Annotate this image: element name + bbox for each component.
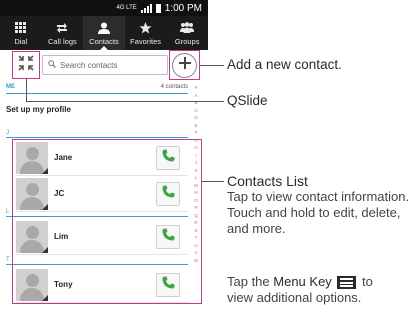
tab-label: Call logs	[48, 36, 77, 46]
network-indicator: 4G LTE	[116, 5, 137, 11]
contacts-list-annotation: Contacts List Tap to view contact inform…	[227, 173, 411, 237]
section-header-j: J	[6, 130, 188, 138]
contacts-list-highlight	[12, 139, 202, 304]
menu-key-icon	[337, 276, 357, 290]
tab-label: Favorites	[130, 36, 161, 46]
tab-label: Dial	[14, 36, 28, 46]
contacts-list-annotation-body: Tap to view contact information. Touch a…	[227, 189, 410, 236]
battery-icon	[155, 3, 161, 13]
qslide-callout-line-vertical	[26, 79, 27, 102]
search-icon	[48, 60, 56, 70]
status-bar: 4G LTE 1:00 PM	[0, 0, 208, 16]
status-time: 1:00 PM	[164, 2, 202, 14]
star-icon	[139, 21, 152, 35]
tab-bar: Dial Call logs Contacts Favorites Groups	[0, 16, 208, 50]
signal-icon	[140, 3, 152, 13]
me-section-header: ME 4 contacts	[6, 84, 188, 94]
add-contact-highlight	[169, 50, 200, 80]
alphabet-index-letter[interactable]: F	[191, 129, 201, 137]
menu-annotation-prefix: Tap the	[227, 274, 274, 289]
contacts-list-annotation-title: Contacts List	[227, 173, 308, 189]
menu-key-annotation: Tap the Menu Key to view additional opti…	[227, 274, 413, 306]
add-contact-annotation: Add a new contact.	[227, 57, 342, 72]
tab-label: Contacts	[89, 36, 119, 46]
tab-contacts[interactable]: Contacts	[83, 16, 125, 50]
setup-profile-item[interactable]: Set up my profile	[6, 105, 71, 114]
tab-label: Groups	[174, 36, 200, 46]
qslide-highlight	[12, 51, 40, 79]
menu-annotation-mid: to	[358, 274, 373, 289]
alphabet-index-letter[interactable]: C	[191, 107, 201, 115]
tab-dial[interactable]: Dial	[0, 16, 42, 50]
tab-favorites[interactable]: Favorites	[125, 16, 167, 50]
call-logs-icon	[56, 21, 68, 35]
me-section-letter: ME	[6, 84, 15, 90]
dialpad-icon	[15, 21, 27, 35]
alphabet-index-letter[interactable]: D	[191, 114, 201, 122]
search-placeholder: Search contacts	[60, 60, 118, 70]
tab-groups[interactable]: Groups	[166, 16, 208, 50]
tab-call-logs[interactable]: Call logs	[42, 16, 84, 50]
menu-annotation-suffix: view additional options.	[227, 290, 362, 305]
qslide-annotation: QSlide	[227, 93, 268, 108]
search-input[interactable]: Search contacts	[42, 55, 168, 75]
alphabet-index-letter[interactable]: #	[191, 84, 201, 92]
qslide-callout-line-horizontal	[26, 101, 224, 102]
menu-key-label: Menu Key	[273, 274, 332, 289]
alphabet-index-letter[interactable]: A	[191, 92, 201, 100]
alphabet-index-letter[interactable]: E	[191, 122, 201, 130]
contact-count: 4 contacts	[160, 84, 188, 90]
contact-person-icon	[97, 21, 110, 35]
groups-icon	[180, 21, 195, 35]
annotation-panel: Add a new contact. QSlide Contacts List …	[208, 0, 413, 313]
